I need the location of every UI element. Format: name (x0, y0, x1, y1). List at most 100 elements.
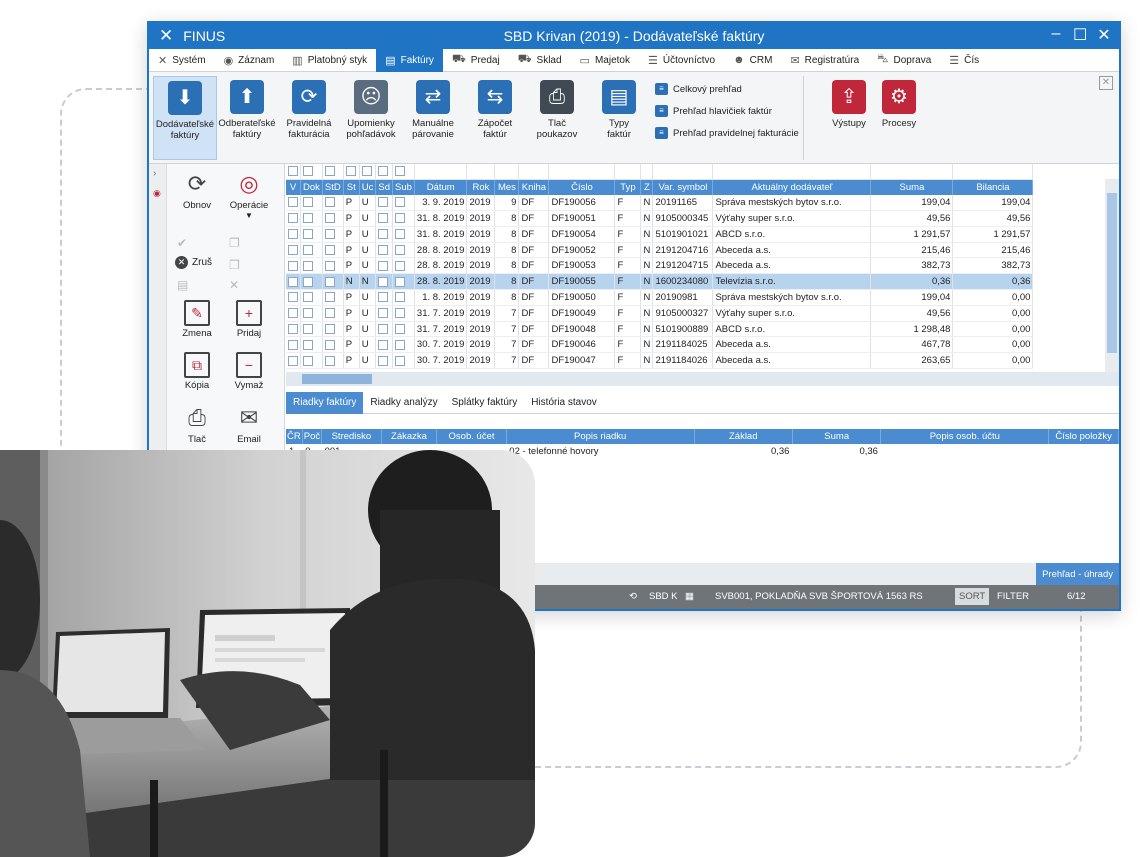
column-header[interactable]: Dok (300, 179, 323, 195)
checkbox-cell[interactable] (286, 194, 301, 212)
ribbon-button-2[interactable]: ⟳ Pravidelná fakturácia (277, 76, 341, 160)
column-header[interactable]: Bilancia (952, 179, 1034, 195)
row-checkbox[interactable] (303, 292, 313, 303)
row-checkbox[interactable] (288, 276, 298, 287)
edit-button[interactable]: ✎ Zmena (169, 300, 225, 339)
row-checkbox[interactable] (395, 245, 405, 256)
checkbox-cell[interactable] (322, 321, 344, 338)
row-checkbox[interactable] (395, 213, 405, 224)
row-checkbox[interactable] (395, 355, 405, 366)
column-header[interactable]: Aktuálny dodávateľ (712, 179, 872, 195)
column-header[interactable]: Dátum (414, 179, 468, 195)
checkbox-cell[interactable] (375, 257, 393, 275)
ribbon-close-icon[interactable]: ✕ (1099, 76, 1113, 90)
detail-column-header[interactable]: Stredisko (321, 429, 382, 444)
menu-item-4[interactable]: ⛟ Predaj (443, 49, 509, 72)
ribbon-overview-headers[interactable]: ≡ Prehľad hlavičiek faktúr (655, 100, 799, 122)
filter-cell[interactable] (392, 164, 415, 180)
row-checkbox[interactable] (288, 324, 298, 335)
checkbox-cell[interactable] (322, 257, 344, 275)
checkbox-cell[interactable] (392, 336, 415, 354)
add-button[interactable]: + Pridaj (221, 300, 277, 339)
detail-column-header[interactable]: Osob. účet (436, 429, 507, 444)
menu-item-11[interactable]: ☰ Čís (940, 49, 988, 72)
table-row[interactable]: P U 1. 8. 2019 2019 8 DF DF190050 F N 20190981 Spr… (286, 289, 1034, 306)
row-checkbox[interactable] (303, 197, 313, 208)
row-checkbox[interactable] (303, 213, 313, 224)
checkbox-cell[interactable] (375, 336, 393, 354)
row-checkbox[interactable] (303, 355, 313, 366)
filter-cell[interactable] (494, 164, 520, 180)
checkbox-cell[interactable] (392, 289, 415, 306)
filter-cell[interactable] (640, 164, 654, 180)
filter-cell[interactable] (322, 164, 344, 180)
horizontal-scrollbar[interactable] (286, 372, 1119, 386)
row-checkbox[interactable] (378, 324, 389, 335)
filter-cell[interactable] (359, 164, 377, 180)
filter-checkbox[interactable] (288, 166, 298, 177)
table-row[interactable]: P U 31. 7. 2019 2019 7 DF DF190048 F N 5101900889… (286, 321, 1034, 338)
row-checkbox[interactable] (324, 324, 335, 335)
row-checkbox[interactable] (378, 292, 389, 303)
row-checkbox[interactable] (378, 339, 389, 350)
checkbox-cell[interactable] (300, 242, 323, 259)
checkbox-cell[interactable] (286, 226, 301, 243)
menu-item-0[interactable]: ✕ Systém (149, 49, 215, 72)
checkbox-cell[interactable] (322, 305, 344, 322)
filter-cell[interactable] (952, 164, 1034, 180)
filter-checkbox[interactable] (345, 166, 356, 177)
row-checkbox[interactable] (303, 276, 313, 287)
row-checkbox[interactable] (288, 245, 298, 256)
filter-button[interactable]: FILTER (997, 591, 1029, 602)
row-checkbox[interactable] (378, 213, 389, 224)
checkbox-cell[interactable] (392, 352, 415, 370)
ribbon-button-6[interactable]: ⎙ Tlač poukazov (525, 76, 589, 160)
tab-3[interactable]: História stavov (524, 392, 604, 414)
row-checkbox[interactable] (395, 197, 405, 208)
checkbox-cell[interactable] (375, 289, 393, 306)
copy-button[interactable]: ⧉ Kópia (169, 352, 225, 391)
row-checkbox[interactable] (378, 229, 389, 240)
row-checkbox[interactable] (288, 292, 298, 303)
checkbox-cell[interactable] (300, 336, 323, 354)
checkbox-cell[interactable] (286, 273, 301, 291)
detail-column-header[interactable]: Poč (302, 429, 323, 444)
checkbox-cell[interactable] (300, 289, 323, 306)
row-checkbox[interactable] (324, 292, 335, 303)
table-row[interactable]: P U 30. 7. 2019 2019 7 DF DF190046 F N 2191184025… (286, 336, 1034, 354)
checkbox-cell[interactable] (286, 210, 301, 227)
checkbox-cell[interactable] (322, 352, 344, 370)
row-checkbox[interactable] (303, 260, 313, 271)
row-checkbox[interactable] (395, 276, 405, 287)
menu-item-9[interactable]: ✉ Registratúra (781, 49, 868, 72)
table-row[interactable]: P U 31. 8. 2019 2019 8 DF DF190051 F N 9105000345… (286, 210, 1034, 227)
close-icon[interactable]: ✕ (1097, 25, 1111, 45)
detail-column-header[interactable]: Popis riadku (506, 429, 695, 444)
checkbox-cell[interactable] (286, 305, 301, 322)
row-checkbox[interactable] (303, 229, 313, 240)
row-checkbox[interactable] (288, 339, 298, 350)
checkbox-cell[interactable] (286, 336, 301, 354)
ribbon-button-4[interactable]: ⇄ Manuálne párovanie (401, 76, 465, 160)
checkbox-cell[interactable] (300, 257, 323, 275)
row-checkbox[interactable] (324, 229, 335, 240)
checkbox-cell[interactable] (392, 305, 415, 322)
filter-cell[interactable] (300, 164, 323, 180)
row-checkbox[interactable] (378, 245, 389, 256)
row-checkbox[interactable] (324, 197, 335, 208)
checkbox-cell[interactable] (286, 257, 301, 275)
menu-item-7[interactable]: ☰ Účtovníctvo (639, 49, 724, 72)
checkbox-cell[interactable] (322, 273, 344, 291)
ribbon-button-3[interactable]: ☹ Upomienky pohľadávok (339, 76, 403, 160)
filter-cell[interactable] (286, 164, 301, 180)
row-checkbox[interactable] (395, 324, 405, 335)
minimize-icon[interactable]: ‒ (1049, 25, 1063, 45)
filter-checkbox[interactable] (303, 166, 313, 177)
filter-cell[interactable] (614, 164, 642, 180)
ribbon-overview-total[interactable]: ≡ Celkový prehľad (655, 78, 799, 100)
row-checkbox[interactable] (288, 197, 298, 208)
column-header[interactable]: StD (322, 179, 344, 195)
filter-checkbox[interactable] (395, 166, 405, 177)
column-header[interactable]: Suma (870, 179, 954, 195)
ribbon-button-1[interactable]: ⬆ Odberateľské faktúry (215, 76, 279, 160)
